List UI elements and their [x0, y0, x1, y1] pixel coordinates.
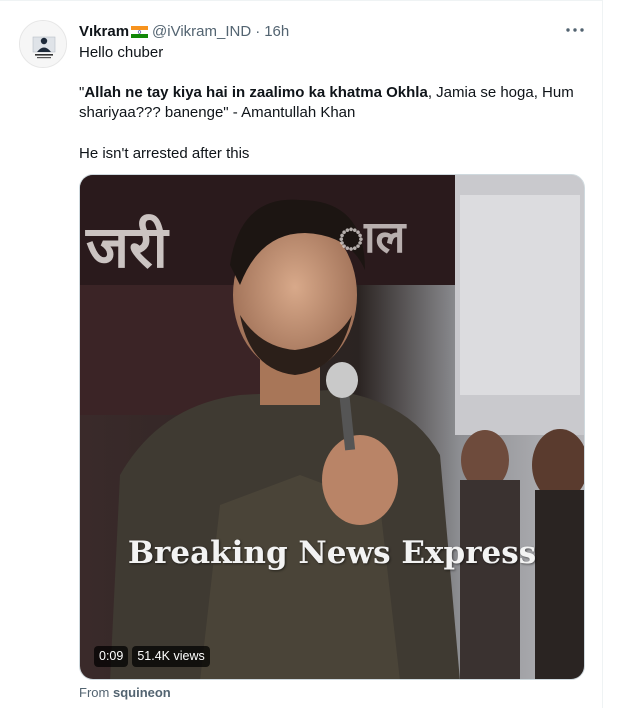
author-name[interactable]: Vıkram — [79, 23, 129, 40]
tweet-text-line3: He isn't arrested after this — [79, 145, 250, 162]
video-watermark: Breaking News Express — [127, 535, 537, 571]
avatar-image — [20, 21, 66, 67]
source-prefix: From — [79, 685, 110, 700]
tweet-header: Vıkram @iVikram_IND · 16h — [79, 21, 289, 41]
quote-rest: , Jamia se hoga, Hum — [427, 84, 574, 101]
page-edge — [603, 0, 621, 708]
more-horizontal-icon[interactable] — [562, 20, 588, 40]
avatar[interactable] — [19, 20, 67, 68]
tweet-text-line1: Hello chuber — [79, 44, 164, 61]
video-overlay: 0:09 51.4K views — [94, 646, 210, 667]
video-player[interactable]: जरी ाल Breaking News Express 0:09 51.4K … — [79, 174, 585, 680]
video-views: 51.4K views — [132, 646, 210, 667]
banner-text-secondary: ाल — [338, 212, 406, 263]
banner-text: जरी — [86, 213, 168, 281]
tweet-card[interactable]: Vıkram @iVikram_IND · 16h Hello chuber "… — [0, 0, 603, 708]
author-handle[interactable]: @iVikram_IND — [152, 23, 251, 40]
source-account-link[interactable]: squineon — [113, 685, 171, 700]
quote-bold: Allah ne tay kiya hai in zaalimo ka khat… — [84, 84, 428, 101]
tweet-quote-line1: "Allah ne tay kiya hai in zaalimo ka kha… — [79, 83, 574, 103]
tweet-timestamp[interactable]: 16h — [264, 23, 289, 40]
tweet-quote-line2: shariyaa??? banenge" - Amantullah Khan — [79, 104, 356, 121]
india-flag-icon — [131, 25, 149, 38]
media-source: From squineon — [79, 685, 171, 700]
separator-dot: · — [255, 22, 261, 40]
video-duration: 0:09 — [94, 646, 129, 667]
